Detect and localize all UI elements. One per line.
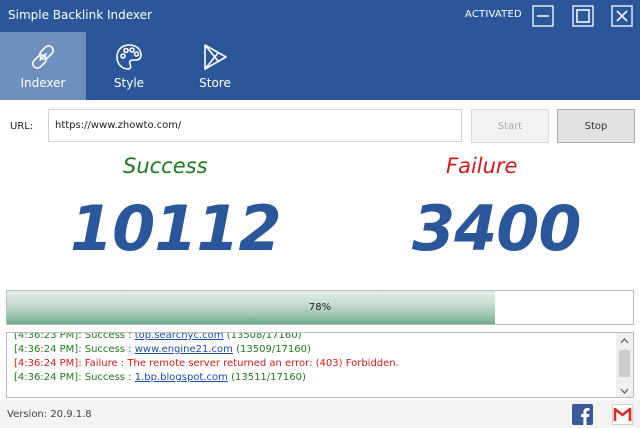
log-time: [4:36:24 PM]:	[14, 358, 82, 369]
log-detail: (13511/17160)	[231, 372, 306, 383]
scroll-up-button[interactable]	[616, 333, 633, 347]
tab-label: Style	[113, 76, 145, 90]
failure-heading: Failure	[446, 154, 518, 178]
maximize-icon	[572, 5, 594, 27]
gmail-icon	[612, 404, 633, 425]
palette-icon	[116, 44, 142, 70]
activation-status: ACTIVATED	[465, 9, 522, 20]
log-line: [4:36:24 PM]: Success : 1.bp.blogspot.co…	[14, 371, 614, 385]
tab-label: Store	[199, 76, 231, 90]
log-line: [4:36:24 PM]: Failure : The remote serve…	[14, 357, 614, 371]
tab-indexer[interactable]: Indexer	[0, 32, 86, 100]
failure-count: 3400	[412, 192, 582, 265]
log-status: Failure :	[84, 358, 125, 369]
log-time: [4:36:24 PM]:	[14, 372, 82, 383]
close-icon	[611, 5, 633, 27]
play-store-icon	[204, 44, 227, 70]
scroll-down-button[interactable]	[616, 383, 633, 397]
version-label: Version: 20.9.1.8	[7, 409, 92, 420]
log-detail: (13508/17160)	[226, 332, 302, 341]
close-button[interactable]	[611, 5, 633, 27]
window-title: Simple Backlink Indexer	[8, 8, 152, 22]
url-label: URL:	[10, 121, 34, 132]
facebook-icon	[572, 404, 593, 425]
progress-label: 78%	[308, 302, 332, 313]
gmail-button[interactable]	[612, 404, 633, 425]
link-icon	[32, 45, 54, 69]
success-count: 10112	[70, 192, 282, 265]
log-line: [4:36:24 PM]: Success : www.engine21.com…	[14, 343, 614, 357]
facebook-button[interactable]	[572, 404, 593, 425]
tab-label: Indexer	[20, 76, 66, 90]
log-detail: The remote server returned an error: (40…	[127, 358, 399, 369]
log-time: [4:36:23 PM]:	[14, 332, 82, 341]
chevron-down-icon	[620, 388, 629, 394]
stop-button[interactable]: Stop	[557, 109, 635, 143]
log-detail: (13509/17160)	[236, 344, 311, 355]
title-bar: Simple Backlink Indexer ACTIVATED	[0, 0, 640, 32]
success-heading: Success	[123, 154, 208, 178]
tab-store[interactable]: Store	[172, 32, 258, 100]
log-status: Success :	[84, 372, 132, 383]
log-link[interactable]: www.engine21.com	[135, 344, 233, 355]
url-input[interactable]	[48, 109, 462, 142]
minimize-button[interactable]	[532, 5, 554, 27]
main-toolbar: Indexer Style Store	[0, 32, 640, 100]
start-button[interactable]: Start	[471, 109, 549, 143]
tab-style[interactable]: Style	[86, 32, 172, 100]
log-scrollbar[interactable]	[616, 333, 633, 397]
log-lines: [4:36:23 PM]: Success : top.searchyc.com…	[14, 332, 614, 385]
chevron-up-icon	[620, 338, 629, 344]
status-footer: Version: 20.9.1.8	[0, 400, 640, 428]
log-status: Success :	[84, 332, 132, 341]
log-link[interactable]: top.searchyc.com	[135, 333, 224, 341]
progress-bar: 78%	[6, 290, 634, 325]
log-time: [4:36:24 PM]:	[14, 344, 82, 355]
log-status: Success :	[84, 344, 132, 355]
log-link[interactable]: 1.bp.blogspot.com	[135, 372, 228, 383]
minimize-icon	[532, 5, 554, 27]
maximize-button[interactable]	[572, 5, 594, 27]
scroll-thumb[interactable]	[619, 350, 630, 377]
activity-log[interactable]: [4:36:23 PM]: Success : top.searchyc.com…	[6, 332, 634, 398]
log-line: [4:36:23 PM]: Success : top.searchyc.com…	[14, 332, 614, 343]
